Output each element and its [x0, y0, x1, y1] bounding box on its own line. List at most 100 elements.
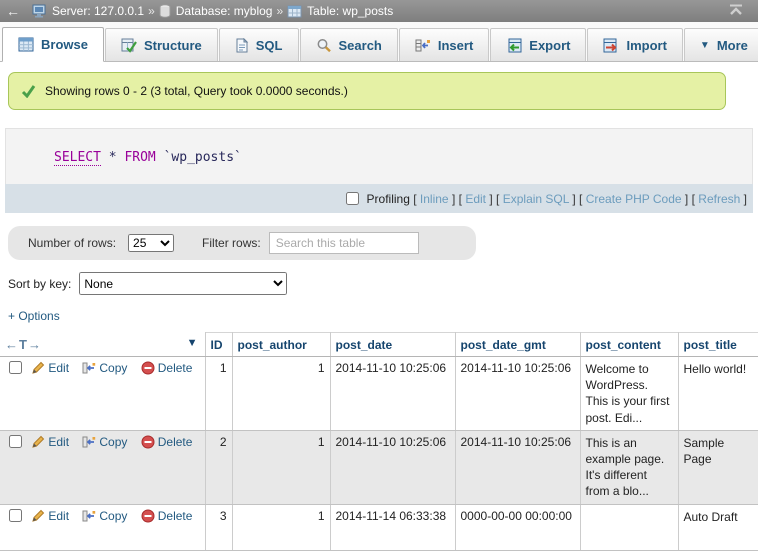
- sql-icon: [235, 38, 249, 53]
- breadcrumb-database-label[interactable]: Database: myblog: [176, 4, 273, 18]
- copy-icon: [82, 509, 96, 523]
- row-actions: Edit Copy Delete: [0, 357, 205, 431]
- copy-row-link[interactable]: Copy: [82, 435, 127, 449]
- pencil-icon: [31, 361, 45, 375]
- table-header-row: ←T→ ▼ ID post_author post_date post_date…: [0, 333, 758, 357]
- sql-query: SELECT * FROM `wp_posts`: [5, 128, 753, 184]
- bracket: ]: [572, 192, 575, 206]
- export-icon: [506, 38, 522, 53]
- nav-back-icon[interactable]: ←: [6, 4, 20, 18]
- scroll-to-top-icon[interactable]: [728, 4, 744, 19]
- cell-post-title: Hello world!: [678, 357, 758, 431]
- delete-icon: [141, 361, 155, 375]
- tab-label: Insert: [438, 38, 473, 53]
- status-message-text: Showing rows 0 - 2 (3 total, Query took …: [45, 84, 348, 98]
- delete-icon: [141, 509, 155, 523]
- cell-id: 2: [205, 430, 232, 504]
- bracket: [: [459, 192, 462, 206]
- tab-export[interactable]: Export: [490, 28, 586, 61]
- sql-star: *: [101, 150, 124, 165]
- breadcrumb-database[interactable]: Database: myblog: [159, 4, 273, 18]
- actions-column-header: ←T→ ▼: [0, 333, 205, 357]
- bracket: [: [496, 192, 499, 206]
- bracket: ]: [685, 192, 688, 206]
- delete-row-link[interactable]: Delete: [141, 435, 193, 449]
- cell-id: 1: [205, 357, 232, 431]
- edit-row-link[interactable]: Edit: [31, 361, 69, 375]
- copy-icon: [82, 435, 96, 449]
- cell-id: 3: [205, 504, 232, 550]
- tab-import[interactable]: Import: [587, 28, 682, 61]
- sql-select-keyword[interactable]: SELECT: [54, 150, 101, 166]
- bracket: [: [579, 192, 582, 206]
- row-checkbox[interactable]: [9, 361, 22, 374]
- browse-icon: [18, 37, 34, 52]
- copy-row-link[interactable]: Copy: [82, 361, 127, 375]
- cell-post-author: 1: [232, 504, 330, 550]
- cell-post-content: This is an example page. It's different …: [580, 430, 678, 504]
- delete-row-link[interactable]: Delete: [141, 361, 193, 375]
- table-icon: [287, 5, 302, 18]
- refresh-link[interactable]: Refresh: [698, 192, 740, 206]
- profiling-label: Profiling: [367, 192, 410, 206]
- search-icon: [316, 38, 332, 53]
- cell-post-date: 2014-11-10 10:25:06: [330, 430, 455, 504]
- tab-more[interactable]: ▼ More: [684, 28, 758, 61]
- edit-row-link[interactable]: Edit: [31, 509, 69, 523]
- database-icon: [159, 4, 171, 18]
- edit-query-link[interactable]: Edit: [465, 192, 486, 206]
- tab-label: Browse: [41, 37, 88, 52]
- column-header-post-date[interactable]: post_date: [330, 333, 455, 357]
- row-checkbox[interactable]: [9, 435, 22, 448]
- breadcrumb-table[interactable]: Table: wp_posts: [287, 4, 393, 18]
- copy-row-link[interactable]: Copy: [82, 509, 127, 523]
- edit-row-link[interactable]: Edit: [31, 435, 69, 449]
- success-check-icon: [21, 84, 36, 98]
- column-header-id[interactable]: ID: [205, 333, 232, 357]
- breadcrumb-server[interactable]: Server: 127.0.0.1: [32, 4, 144, 18]
- row-checkbox[interactable]: [9, 509, 22, 522]
- column-header-post-title[interactable]: post_title: [678, 333, 758, 357]
- tab-browse[interactable]: Browse: [2, 27, 104, 62]
- sort-by-key-select[interactable]: None: [79, 272, 287, 295]
- filter-rows-input[interactable]: [269, 232, 419, 254]
- tab-label: More: [717, 38, 748, 53]
- breadcrumb-separator: »: [276, 4, 283, 18]
- create-php-code-link[interactable]: Create PHP Code: [586, 192, 682, 206]
- column-order-arrows-icon[interactable]: ←T→: [5, 337, 42, 352]
- breadcrumb-table-label[interactable]: Table: wp_posts: [307, 4, 393, 18]
- tab-label: SQL: [256, 38, 283, 53]
- table-row: Edit Copy Delete 1 1 2014-11-10 10:25:06…: [0, 357, 758, 431]
- inline-link[interactable]: Inline: [420, 192, 449, 206]
- options-toggle-link[interactable]: + Options: [8, 309, 60, 323]
- column-header-post-date-gmt[interactable]: post_date_gmt: [455, 333, 580, 357]
- header-dropdown-icon[interactable]: ▼: [187, 337, 198, 349]
- tab-insert[interactable]: Insert: [399, 28, 489, 61]
- server-icon: [32, 4, 47, 18]
- number-of-rows-select[interactable]: 25: [128, 234, 174, 252]
- tab-sql[interactable]: SQL: [219, 28, 299, 61]
- column-header-post-content[interactable]: post_content: [580, 333, 678, 357]
- row-controls: Number of rows: 25 Filter rows:: [8, 226, 476, 260]
- cell-post-title: Sample Page: [678, 430, 758, 504]
- explain-sql-link[interactable]: Explain SQL: [503, 192, 569, 206]
- sort-controls: Sort by key: None: [8, 272, 758, 295]
- table-row: Edit Copy Delete 3 1 2014-11-14 06:33:38…: [0, 504, 758, 550]
- sql-from-keyword: FROM: [124, 150, 155, 165]
- tab-structure[interactable]: Structure: [105, 28, 218, 61]
- bracket: ]: [489, 192, 492, 206]
- insert-icon: [415, 38, 431, 53]
- copy-icon: [82, 361, 96, 375]
- number-of-rows-label: Number of rows:: [28, 236, 116, 250]
- tab-search[interactable]: Search: [300, 28, 398, 61]
- results-table: ←T→ ▼ ID post_author post_date post_date…: [0, 332, 758, 551]
- breadcrumb-server-label[interactable]: Server: 127.0.0.1: [52, 4, 144, 18]
- tab-label: Structure: [144, 38, 202, 53]
- delete-row-link[interactable]: Delete: [141, 509, 193, 523]
- column-header-post-author[interactable]: post_author: [232, 333, 330, 357]
- tab-label: Import: [626, 38, 666, 53]
- sort-by-key-label: Sort by key:: [8, 277, 71, 291]
- profiling-checkbox[interactable]: [346, 192, 359, 205]
- cell-post-content: [580, 504, 678, 550]
- delete-icon: [141, 435, 155, 449]
